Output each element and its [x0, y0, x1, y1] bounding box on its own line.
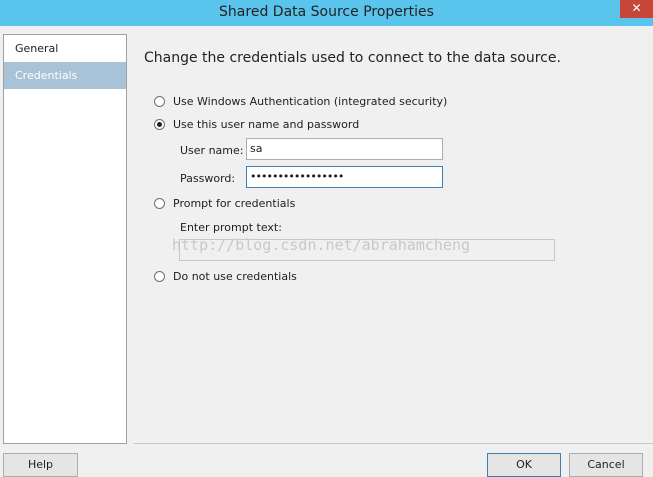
close-button[interactable]: ✕ — [620, 0, 653, 18]
footer-divider — [134, 443, 653, 444]
no-credentials-option[interactable]: Do not use credentials — [154, 270, 297, 283]
user-password-option[interactable]: Use this user name and password — [154, 118, 359, 131]
prompt-option[interactable]: Prompt for credentials — [154, 197, 295, 210]
user-password-radio[interactable] — [154, 119, 165, 130]
close-icon: ✕ — [631, 1, 642, 15]
user-password-label: Use this user name and password — [173, 118, 360, 131]
windows-auth-option[interactable]: Use Windows Authentication (integrated s… — [154, 95, 447, 108]
windows-auth-label: Use Windows Authentication (integrated s… — [173, 95, 448, 108]
prompt-label: Prompt for credentials — [173, 197, 296, 210]
watermark: http://blog.csdn.net/abrahamcheng — [172, 236, 471, 254]
password-input[interactable]: ••••••••••••••••• — [246, 166, 443, 188]
username-input[interactable]: sa — [246, 138, 443, 160]
sidebar-item-general[interactable]: General — [4, 35, 126, 62]
help-button[interactable]: Help — [3, 453, 78, 477]
username-label: User name: — [180, 144, 244, 157]
windows-auth-radio[interactable] — [154, 96, 165, 107]
ok-button[interactable]: OK — [487, 453, 561, 477]
prompt-text-label: Enter prompt text: — [180, 221, 282, 234]
page-heading: Change the credentials used to connect t… — [144, 50, 561, 66]
title-bar: Shared Data Source Properties ✕ — [0, 0, 653, 26]
sidebar: General Credentials — [3, 34, 127, 444]
window-title: Shared Data Source Properties — [219, 4, 434, 20]
prompt-radio[interactable] — [154, 198, 165, 209]
no-credentials-label: Do not use credentials — [173, 270, 297, 283]
sidebar-item-credentials[interactable]: Credentials — [4, 62, 126, 89]
cancel-button[interactable]: Cancel — [569, 453, 643, 477]
no-credentials-radio[interactable] — [154, 271, 165, 282]
password-label: Password: — [180, 172, 236, 185]
